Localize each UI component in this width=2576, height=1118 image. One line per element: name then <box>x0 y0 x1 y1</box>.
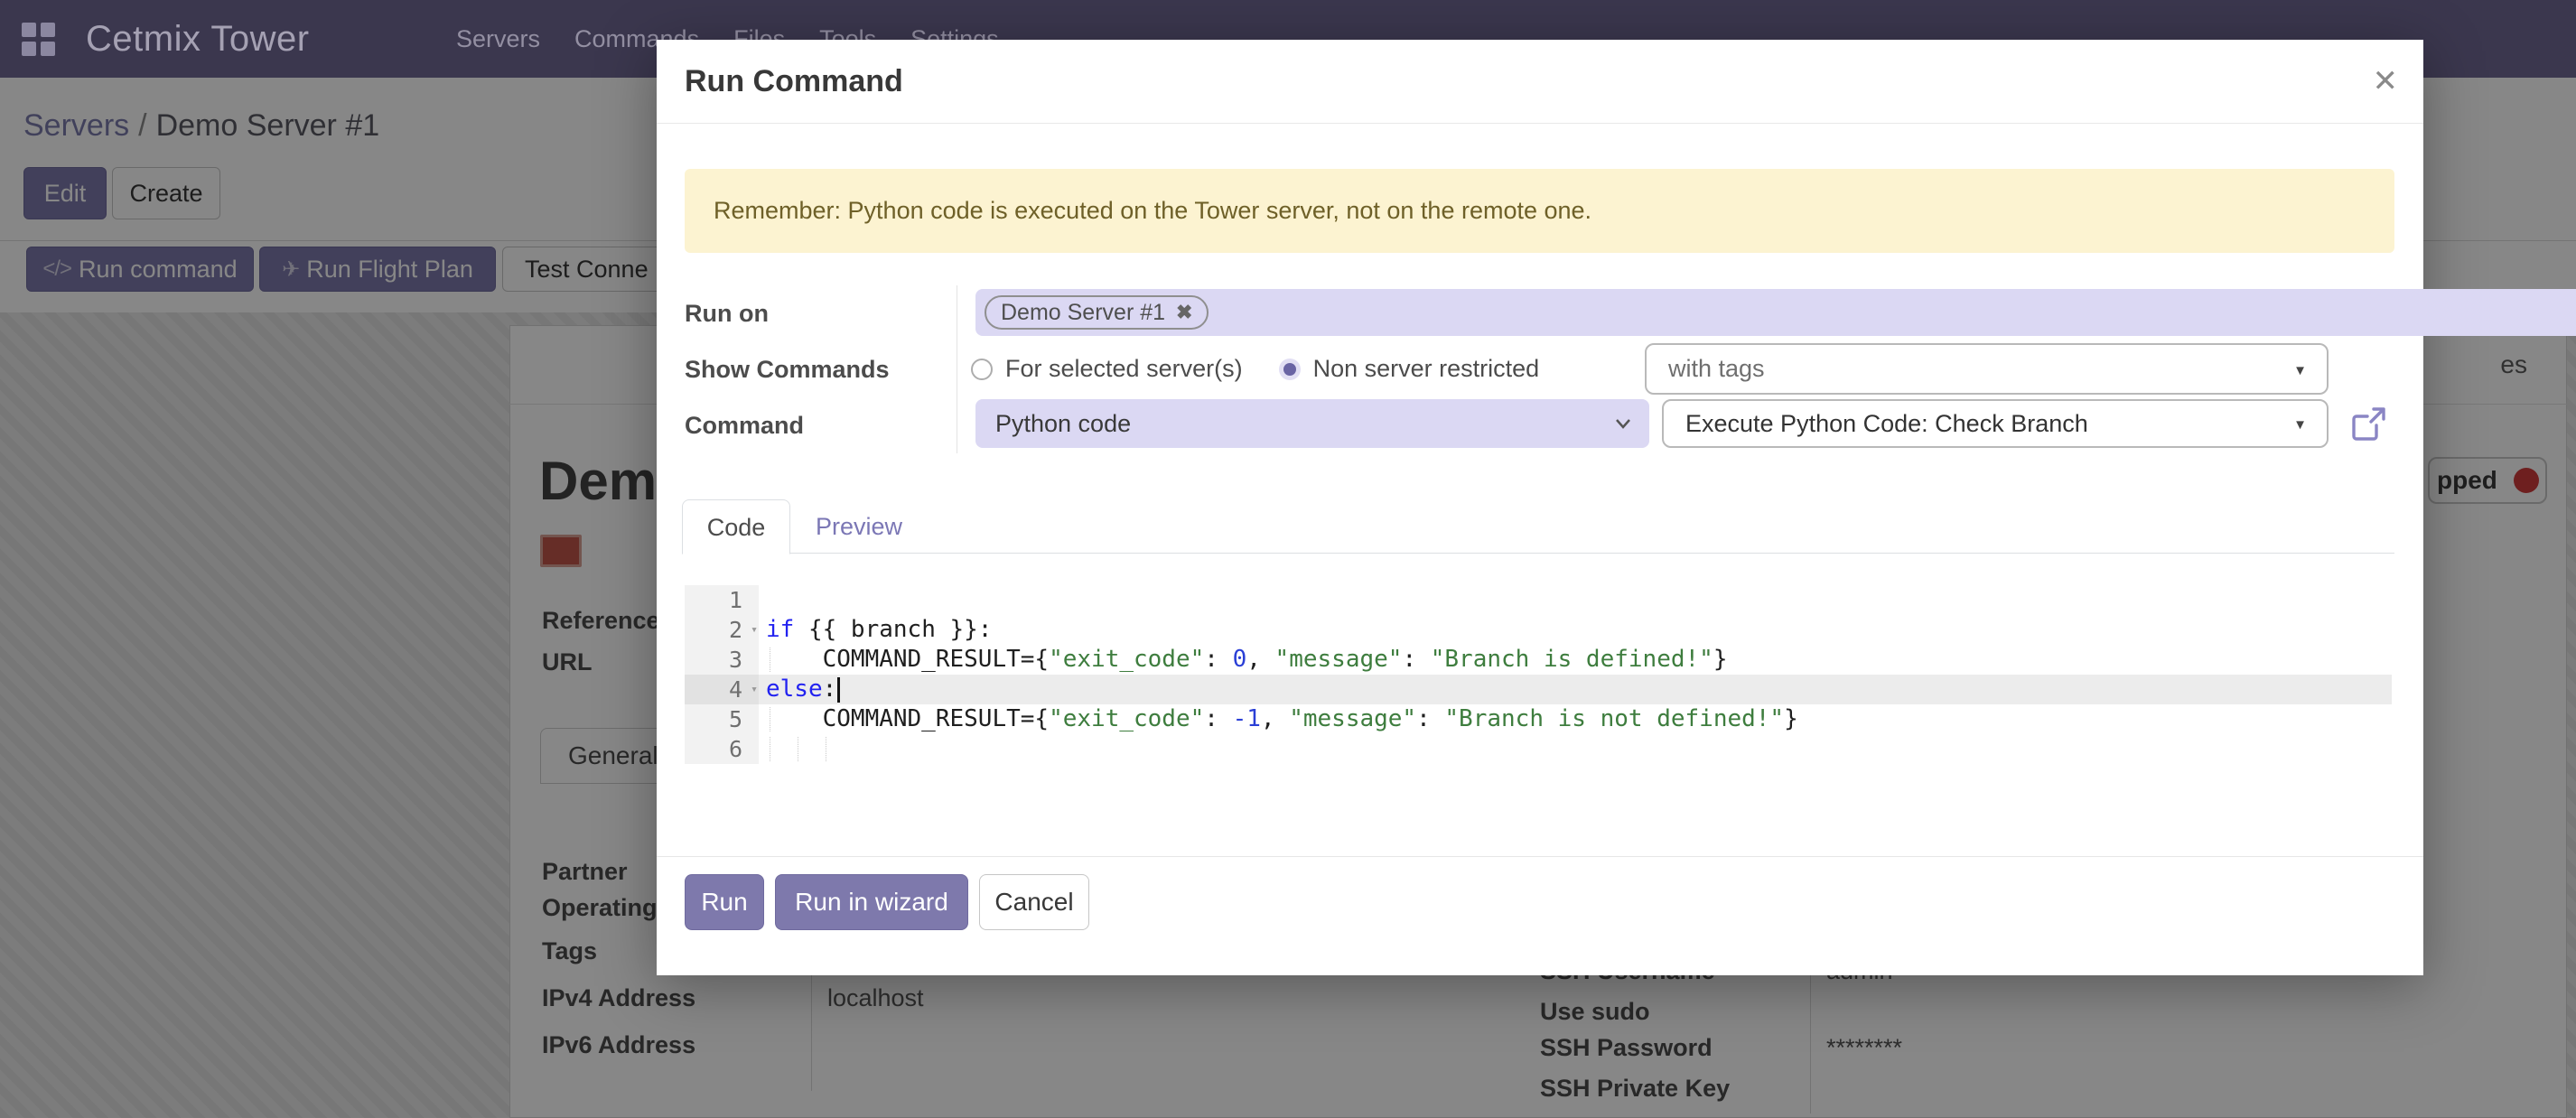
chevron-down-icon <box>1613 415 1633 433</box>
gutter-line-number: 6 <box>685 734 759 764</box>
gutter-line-number: 2▾ <box>685 615 759 645</box>
code-token: "message" <box>1289 705 1416 732</box>
python-warning-alert: Remember: Python code is executed on the… <box>685 169 2394 253</box>
code-line[interactable]: COMMAND_RESULT={"exit_code": 0, "message… <box>759 645 2392 675</box>
code-token: COMMAND_RESULT={ <box>766 705 1049 732</box>
cancel-button[interactable]: Cancel <box>979 874 1089 930</box>
radio-selected-icon[interactable] <box>1279 359 1301 380</box>
radio-label: For selected server(s) <box>1005 355 1243 383</box>
code-token: -1 <box>1233 705 1261 732</box>
radio-unselected-icon[interactable] <box>971 359 993 380</box>
code-token: "exit_code" <box>1049 705 1204 732</box>
run-button[interactable]: Run <box>685 874 764 930</box>
show-commands-radios: For selected server(s) Non server restric… <box>971 343 1575 395</box>
run-in-wizard-button[interactable]: Run in wizard <box>775 874 968 930</box>
code-line[interactable] <box>759 585 2392 615</box>
app-brand[interactable]: Cetmix Tower <box>86 0 310 78</box>
code-editor[interactable]: if {{ branch }}: COMMAND_RESULT={"exit_c… <box>759 585 2392 764</box>
server-tag[interactable]: Demo Server #1 ✖ <box>985 295 1209 330</box>
radio-option[interactable]: Non server restricted <box>1279 355 1540 383</box>
show-commands-label: Show Commands <box>685 356 890 384</box>
chevron-down-icon: ▼ <box>2293 417 2307 433</box>
code-token: , <box>1246 646 1274 673</box>
code-token: 0 <box>1233 646 1247 673</box>
command-select[interactable]: Execute Python Code: Check Branch ▼ <box>1662 399 2329 448</box>
tab-preview[interactable]: Preview <box>816 499 902 554</box>
code-token: COMMAND_RESULT={ <box>766 646 1049 673</box>
code-token: : <box>1204 646 1232 673</box>
modal-title: Run Command <box>685 40 903 124</box>
command-type-value: Python code <box>995 399 1649 448</box>
code-token: "Branch is defined!" <box>1431 646 1713 673</box>
code-line[interactable]: COMMAND_RESULT={"exit_code": -1, "messag… <box>759 704 2392 734</box>
code-token: } <box>1784 705 1798 732</box>
code-token: , <box>1261 705 1289 732</box>
gutter-line-number: 3 <box>685 645 759 675</box>
editor-tabs: Code Preview <box>682 499 2394 554</box>
code-token: : <box>1402 646 1430 673</box>
code-token: : <box>1416 705 1444 732</box>
with-tags-select[interactable]: with tags ▼ <box>1645 343 2329 395</box>
code-line[interactable]: if {{ branch }}: <box>759 615 2392 645</box>
code-token: : <box>823 675 837 703</box>
fold-caret-icon[interactable]: ▾ <box>751 615 758 645</box>
server-tag-label: Demo Server #1 <box>1001 300 1165 326</box>
command-value: Execute Python Code: Check Branch <box>1685 401 2327 446</box>
gutter-line-number: 4▾ <box>685 675 759 704</box>
code-token: "Branch is not defined!" <box>1444 705 1784 732</box>
code-token: : <box>1204 705 1232 732</box>
run-on-label: Run on <box>685 300 769 328</box>
tab-code[interactable]: Code <box>682 499 790 554</box>
editor-gutter: 12▾34▾56 <box>685 585 759 764</box>
run-on-field[interactable]: Demo Server #1 ✖ ▼ <box>975 289 2576 336</box>
modal-header: Run Command ✕ <box>657 40 2423 124</box>
nav-item-servers[interactable]: Servers <box>456 25 540 53</box>
chevron-down-icon: ▼ <box>2293 363 2307 378</box>
screen: Servers/Demo Server #1 Edit Create </> R… <box>0 0 2576 1118</box>
gutter-line-number: 1 <box>685 585 759 615</box>
code-token: } <box>1713 646 1728 673</box>
external-link-icon[interactable] <box>2349 404 2389 443</box>
radio-option[interactable]: For selected server(s) <box>971 355 1243 383</box>
gutter-line-number: 5 <box>685 704 759 734</box>
python-warning-text: Remember: Python code is executed on the… <box>714 169 2394 253</box>
code-token: "exit_code" <box>1049 646 1204 673</box>
code-token: if <box>766 616 794 643</box>
code-token: {{ branch }}: <box>794 616 992 643</box>
run-command-modal: Run Command ✕ Remember: Python code is e… <box>657 40 2423 975</box>
code-line[interactable]: else: <box>759 675 2392 704</box>
radio-label: Non server restricted <box>1313 355 1540 383</box>
command-label: Command <box>685 412 804 440</box>
command-type-select[interactable]: Python code <box>975 399 1649 448</box>
footer-divider <box>657 856 2423 857</box>
with-tags-placeholder: with tags <box>1668 345 2327 393</box>
fold-caret-icon[interactable]: ▾ <box>751 675 758 704</box>
tag-remove-icon[interactable]: ✖ <box>1176 301 1192 324</box>
code-token: else <box>766 675 823 703</box>
apps-grid-icon[interactable] <box>22 23 56 57</box>
code-line[interactable] <box>759 734 2392 764</box>
text-cursor <box>837 677 840 703</box>
code-token: "message" <box>1275 646 1403 673</box>
close-icon[interactable]: ✕ <box>2373 61 2399 101</box>
